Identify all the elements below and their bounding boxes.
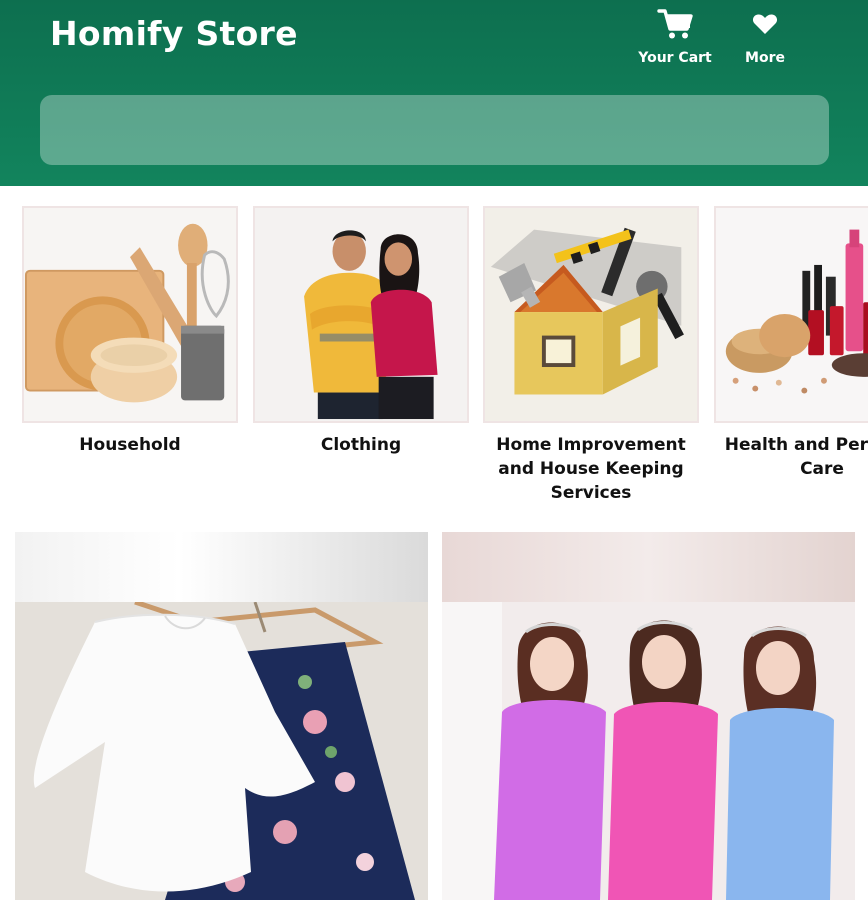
cart-button[interactable]: Your Cart [635, 6, 715, 70]
cart-icon [657, 6, 693, 42]
more-button[interactable]: More [725, 6, 805, 70]
category-label: Health and Personal Care [724, 435, 868, 479]
more-label: More [745, 50, 785, 66]
promo-banner-right[interactable] [442, 532, 855, 900]
category-label: Household [79, 435, 181, 455]
banner-image [15, 602, 428, 900]
category-label: Home Improvement and House Keeping Servi… [496, 435, 686, 503]
category-health-personal-care[interactable]: Health and Personal Care [714, 206, 868, 481]
banner-image [442, 602, 855, 900]
banner-header [15, 532, 428, 602]
cart-label: Your Cart [638, 50, 712, 66]
category-image [483, 206, 699, 423]
heart-icon [752, 6, 778, 42]
app-header: Homify Store Your Cart More [0, 0, 868, 186]
category-image [22, 206, 238, 423]
category-image [714, 206, 868, 423]
category-carousel[interactable]: Household Clothing Home Improvement and … [0, 206, 868, 506]
category-image [253, 206, 469, 423]
promo-banner-left[interactable] [15, 532, 428, 900]
category-household[interactable]: Household [22, 206, 240, 457]
category-label: Clothing [320, 435, 402, 455]
category-home-improvement[interactable]: Home Improvement and House Keeping Servi… [483, 206, 701, 505]
category-clothing[interactable]: Clothing [253, 206, 471, 457]
search-input[interactable] [40, 95, 829, 165]
banner-header [442, 532, 855, 602]
store-logo[interactable]: Homify Store [50, 14, 298, 53]
